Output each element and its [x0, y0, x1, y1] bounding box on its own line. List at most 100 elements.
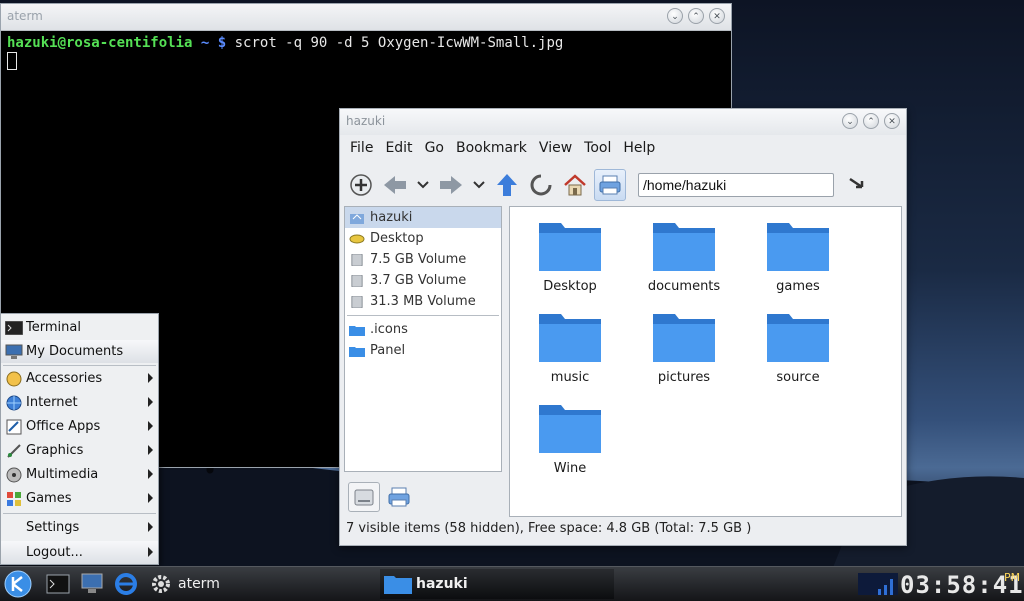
drive-icon	[351, 274, 363, 287]
printer-icon	[388, 487, 410, 507]
menu-item-settings[interactable]: Settings	[1, 516, 158, 539]
minimize-button[interactable]: ⌄	[842, 113, 858, 129]
go-button[interactable]	[842, 170, 872, 200]
location-input[interactable]	[638, 173, 834, 197]
menu-item-label: Accessories	[26, 371, 103, 386]
status-bar: 7 visible items (58 hidden), Free space:…	[346, 521, 752, 536]
menu-item-terminal[interactable]: Terminal	[1, 316, 158, 339]
folder-item-source[interactable]: source	[748, 308, 848, 385]
sidebar-item-hazuki[interactable]: hazuki	[345, 207, 501, 228]
menu-item-multimedia[interactable]: Multimedia	[1, 463, 158, 486]
folder-icon	[539, 314, 601, 362]
taskbar: aterm hazuki 03:58:41 PM	[0, 566, 1024, 601]
folder-icon	[539, 223, 601, 271]
forward-history-dropdown[interactable]	[470, 170, 488, 200]
folder-item-documents[interactable]: documents	[634, 217, 734, 294]
browser-launcher[interactable]	[112, 571, 140, 597]
close-button[interactable]: ✕	[884, 113, 900, 129]
file-manager-window[interactable]: hazuki ⌄ ⌃ ✕ File Edit Go Bookmark View …	[339, 108, 907, 546]
close-button[interactable]: ✕	[709, 8, 725, 24]
go-arrow-icon	[849, 177, 864, 189]
forward-button[interactable]	[436, 170, 466, 200]
back-history-dropdown[interactable]	[414, 170, 432, 200]
maximize-button[interactable]: ⌃	[863, 113, 879, 129]
menu-item-label: My Documents	[26, 344, 124, 359]
kde-menu-button[interactable]	[4, 570, 32, 598]
folder-item-wine[interactable]: Wine	[520, 399, 620, 476]
folder-icon	[349, 346, 365, 357]
menu-help[interactable]: Help	[617, 140, 661, 156]
folder-item-games[interactable]: games	[748, 217, 848, 294]
submenu-arrow-icon	[148, 397, 153, 407]
terminal-output[interactable]: hazuki@rosa-centifolia ~ $ scrot -q 90 -…	[1, 31, 731, 73]
folder-item-music[interactable]: music	[520, 308, 620, 385]
folder-view[interactable]: Desktop documents games music pictures s…	[509, 206, 902, 517]
up-button[interactable]	[492, 170, 522, 200]
chevron-down-icon	[473, 181, 485, 189]
folder-item-desktop[interactable]: Desktop	[520, 217, 620, 294]
menu-item-label: Logout...	[26, 545, 83, 560]
menu-item-label: Games	[26, 491, 72, 506]
drive-icon	[354, 489, 374, 506]
menu-bar: File Edit Go Bookmark View Tool Help	[340, 135, 906, 161]
minimize-button[interactable]: ⌄	[667, 8, 683, 24]
terminal-cursor	[7, 52, 17, 70]
menu-edit[interactable]: Edit	[379, 140, 418, 156]
submenu-arrow-icon	[148, 547, 153, 557]
sidebar-item-label: hazuki	[370, 210, 413, 225]
graphics-icon	[7, 443, 21, 458]
taskbar-task-aterm[interactable]: aterm	[146, 569, 386, 599]
places-tab[interactable]	[348, 482, 380, 512]
directory-tree-tab[interactable]	[384, 483, 414, 511]
submenu-arrow-icon	[148, 493, 153, 503]
menu-item-accessories[interactable]: Accessories	[1, 367, 158, 390]
menu-tool[interactable]: Tool	[578, 140, 617, 156]
prompt-path: ~ $	[200, 35, 227, 51]
menu-item-label: Settings	[26, 520, 80, 535]
menu-item-office-apps[interactable]: Office Apps	[1, 415, 158, 438]
file-manager-titlebar[interactable]: hazuki ⌄ ⌃ ✕	[340, 109, 906, 135]
menu-item-label: Internet	[26, 395, 78, 410]
folder-item-pictures[interactable]: pictures	[634, 308, 734, 385]
reload-button[interactable]	[526, 170, 556, 200]
games-icon	[7, 491, 21, 506]
menu-item-logout[interactable]: Logout...	[1, 541, 158, 564]
taskbar-task-hazuki[interactable]: hazuki	[380, 569, 614, 599]
menu-divider	[3, 513, 156, 514]
menu-item-games[interactable]: Games	[1, 487, 158, 510]
task-label: hazuki	[416, 576, 468, 592]
menu-item-label: Terminal	[26, 320, 81, 335]
sidebar-item-desktop[interactable]: Desktop	[345, 228, 501, 249]
home-button[interactable]	[560, 170, 590, 200]
terminal-launcher[interactable]	[44, 571, 72, 597]
sidebar-item-panel[interactable]: Panel	[345, 340, 501, 361]
menu-bookmark[interactable]: Bookmark	[450, 140, 533, 156]
back-button[interactable]	[380, 170, 410, 200]
computer-launcher[interactable]	[78, 571, 106, 597]
menu-file[interactable]: File	[344, 140, 379, 156]
sidebar-item-volume-3-7gb[interactable]: 3.7 GB Volume	[345, 270, 501, 291]
sidebar-item-volume-31-3mb[interactable]: 31.3 MB Volume	[345, 291, 501, 312]
aterm-title: aterm	[7, 9, 43, 23]
menu-item-label: Office Apps	[26, 419, 101, 434]
places-sidebar: hazuki Desktop 7.5 GB Volume 3.7 GB Volu…	[344, 206, 502, 472]
menu-item-internet[interactable]: Internet	[1, 391, 158, 414]
view-mode-button[interactable]	[594, 169, 626, 201]
menu-item-graphics[interactable]: Graphics	[1, 439, 158, 462]
sidebar-item-label: 31.3 MB Volume	[370, 294, 476, 309]
aterm-titlebar[interactable]: aterm ⌄ ⌃ ✕	[1, 4, 731, 31]
menu-item-my-documents[interactable]: My Documents	[1, 340, 158, 363]
sidebar-item-label: Desktop	[370, 231, 424, 246]
submenu-arrow-icon	[148, 421, 153, 431]
maximize-button[interactable]: ⌃	[688, 8, 704, 24]
accessories-icon	[6, 371, 22, 386]
sidebar-item-icons[interactable]: .icons	[345, 319, 501, 340]
new-tab-button[interactable]	[346, 170, 376, 200]
terminal-icon	[46, 574, 70, 594]
menu-go[interactable]: Go	[419, 140, 450, 156]
multimedia-icon	[6, 467, 22, 482]
folder-icon	[653, 223, 715, 271]
sidebar-item-volume-7-5gb[interactable]: 7.5 GB Volume	[345, 249, 501, 270]
menu-view[interactable]: View	[533, 140, 578, 156]
globe-icon	[6, 395, 22, 410]
